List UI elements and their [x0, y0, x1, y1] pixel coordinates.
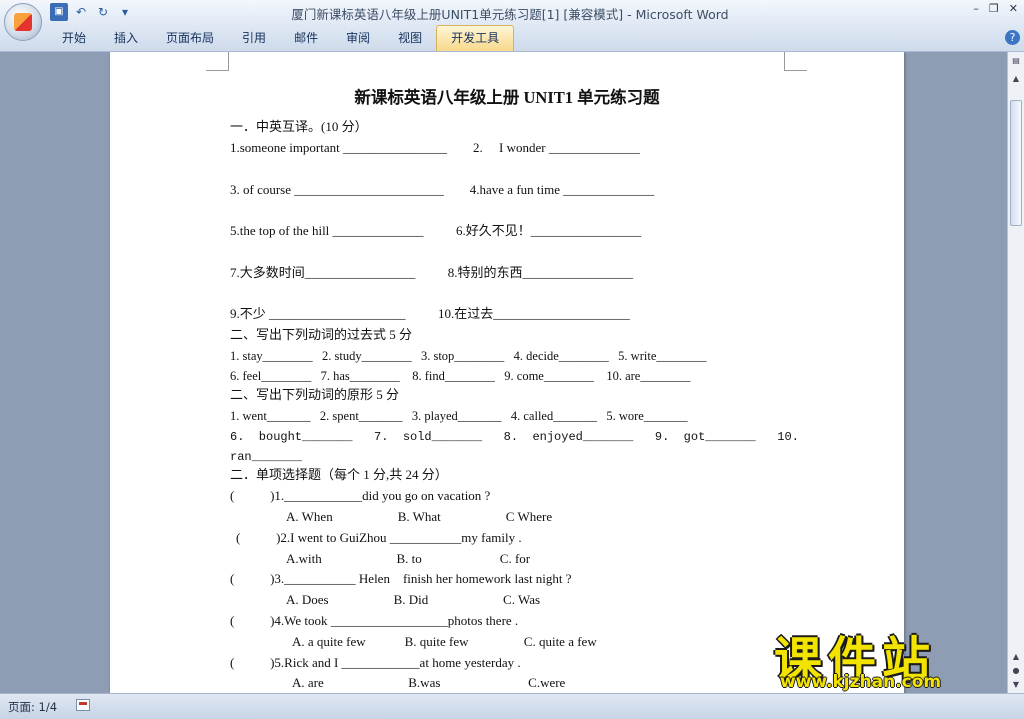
question-line: ( )3.___________ Helen finish her homewo…: [230, 571, 572, 586]
section-heading: 二、写出下列动词的原形 5 分: [230, 387, 400, 402]
page-indicator[interactable]: 页面: 1/4: [8, 699, 57, 715]
quick-access-toolbar: ▣ ↶ ↻ ▾: [50, 3, 134, 21]
spelling-check-icon[interactable]: [76, 699, 90, 711]
vertical-scrollbar[interactable]: ▤ ▲ ▲ ● ▼: [1007, 52, 1024, 693]
scroll-thumb[interactable]: [1010, 100, 1022, 226]
watermark-logo: 课件站 www.kjzhan.com: [774, 620, 1006, 693]
window-controls: – ❐ ✕: [973, 2, 1018, 15]
title-bar: ▣ ↶ ↻ ▾ 厦门新课标英语八年级上册UNIT1单元练习题[1] [兼容模式]…: [0, 0, 1024, 41]
close-button[interactable]: ✕: [1009, 2, 1018, 15]
window-title: 厦门新课标英语八年级上册UNIT1单元练习题[1] [兼容模式] - Micro…: [291, 7, 729, 22]
tab-references[interactable]: 引用: [228, 25, 280, 51]
next-page-icon[interactable]: ▼: [1011, 680, 1021, 690]
options-line: A. Does B. Did C. Was: [286, 592, 541, 607]
margin-corner-right: [784, 52, 807, 71]
customize-icon[interactable]: ▾: [116, 3, 134, 21]
text-line: ran_______: [230, 450, 303, 464]
text-line: 7.大多数时间_________________ 8.特别的东西________…: [230, 265, 634, 280]
help-icon[interactable]: ?: [1005, 30, 1020, 45]
options-line: A. are B.was C.were: [292, 675, 566, 690]
document-workspace: 新课标英语八年级上册 UNIT1 单元练习题 一．中英互译。(10 分） 1.s…: [0, 52, 1008, 693]
document-page[interactable]: 新课标英语八年级上册 UNIT1 单元练习题 一．中英互译。(10 分） 1.s…: [110, 52, 904, 693]
text-line: 1. went_______ 2. spent_______ 3. played…: [230, 409, 688, 423]
text-line: 9.不少 _____________________ 10.在过去_______…: [230, 306, 630, 321]
ribbon: 开始 插入 页面布局 引用 邮件 审阅 视图 开发工具 ?: [0, 25, 1024, 52]
office-button[interactable]: [4, 3, 42, 41]
tab-review[interactable]: 审阅: [332, 25, 384, 51]
tab-home[interactable]: 开始: [48, 25, 100, 51]
status-bar: 页面: 1/4: [0, 693, 1024, 719]
tab-insert[interactable]: 插入: [100, 25, 152, 51]
question-line: ( )5.Rick and I ____________at home yest…: [230, 655, 521, 670]
scroll-up-icon[interactable]: ▲: [1011, 74, 1021, 84]
office-logo-icon: [14, 13, 32, 31]
minimize-button[interactable]: –: [973, 2, 979, 15]
text-line: 6. bought_______ 7. sold_______ 8. enjoy…: [230, 430, 799, 444]
text-line: 3. of course _______________________ 4.h…: [230, 182, 655, 197]
watermark-url: www.kjzhan.com: [780, 672, 942, 692]
browse-object-icon[interactable]: ●: [1011, 666, 1021, 676]
text-line: 6. feel________ 7. has________ 8. find__…: [230, 369, 691, 383]
text-line: 1.someone important ________________ 2. …: [230, 140, 640, 155]
question-line: ( )1.____________did you go on vacation …: [230, 488, 491, 503]
options-line: A. a quite few B. quite few C. quite a f…: [292, 634, 597, 649]
prev-page-icon[interactable]: ▲: [1011, 652, 1021, 662]
undo-icon[interactable]: ↶: [72, 3, 90, 21]
restore-button[interactable]: ❐: [989, 2, 999, 15]
section-heading: 二．单项选择题（每个 1 分,共 24 分）: [230, 467, 448, 482]
save-icon[interactable]: ▣: [50, 3, 68, 21]
ruler-toggle-icon[interactable]: ▤: [1011, 56, 1021, 66]
margin-corner-left: [206, 52, 229, 71]
redo-icon[interactable]: ↻: [94, 3, 112, 21]
text-line: 1. stay________ 2. study________ 3. stop…: [230, 349, 707, 363]
tab-mailings[interactable]: 邮件: [280, 25, 332, 51]
tab-developer[interactable]: 开发工具: [436, 25, 515, 51]
tab-view[interactable]: 视图: [384, 25, 436, 51]
options-line: A.with B. to C. for: [286, 551, 531, 566]
question-line: ( )4.We took __________________photos th…: [230, 613, 519, 628]
options-line: A. When B. What C Where: [286, 509, 553, 524]
question-line: ( )2.I went to GuiZhou ___________my fam…: [236, 530, 522, 545]
section-heading: 二、写出下列动词的过去式 5 分: [230, 327, 413, 342]
text-line: 5.the top of the hill ______________ 6.好…: [230, 223, 642, 238]
ribbon-tabs: 开始 插入 页面布局 引用 邮件 审阅 视图 开发工具: [48, 25, 515, 51]
section-heading: 一．中英互译。(10 分）: [230, 119, 368, 134]
tab-page-layout[interactable]: 页面布局: [152, 25, 228, 51]
document-title: 新课标英语八年级上册 UNIT1 单元练习题: [354, 88, 660, 107]
